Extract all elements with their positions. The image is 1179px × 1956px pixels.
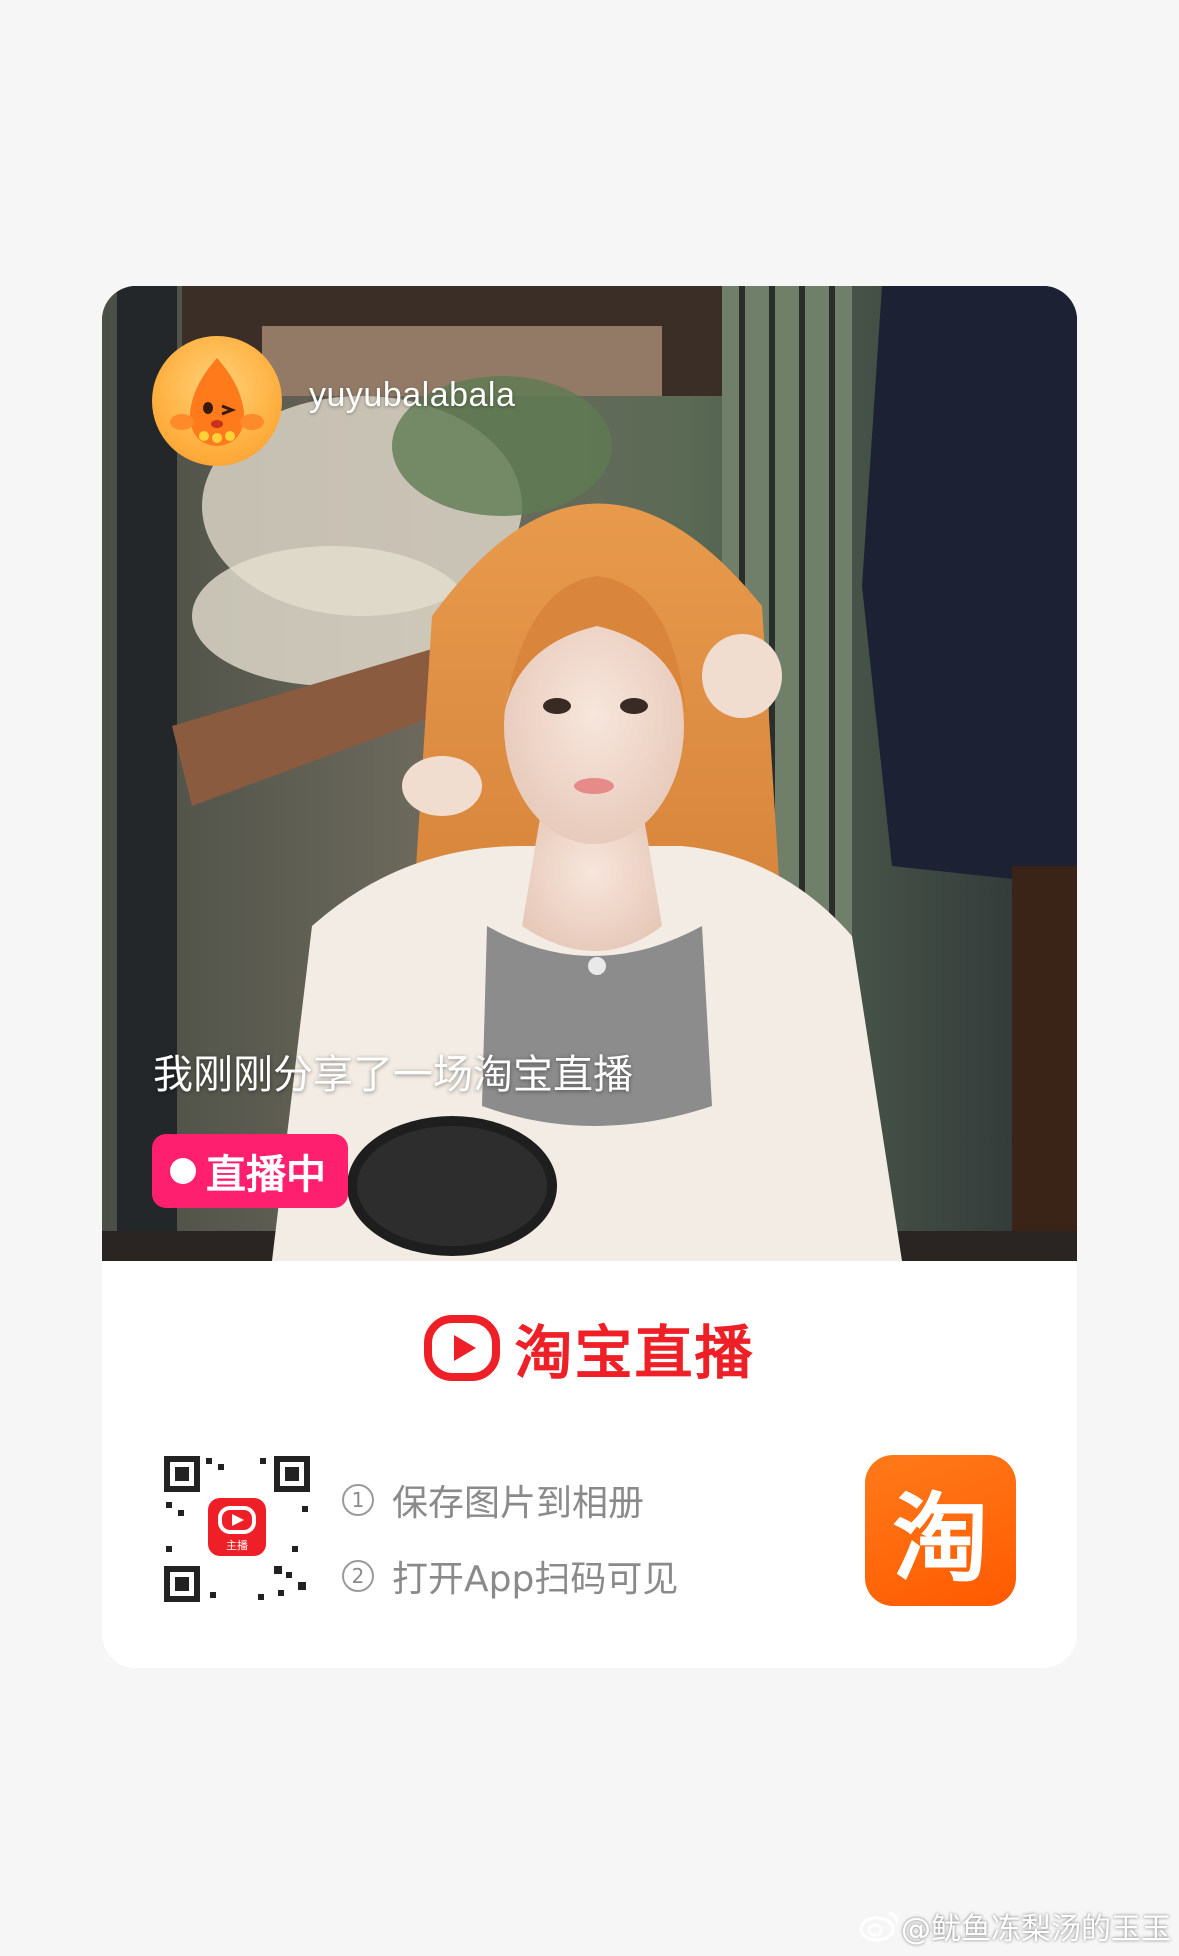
live-badge-label: 直播中 bbox=[206, 1152, 326, 1198]
taobao-app-icon[interactable]: 淘 bbox=[865, 1455, 1016, 1606]
instruction-step: 2 打开App扫码可见 bbox=[342, 1538, 678, 1614]
live-status-badge: 直播中 bbox=[152, 1134, 348, 1208]
taobao-live-play-icon bbox=[424, 1315, 501, 1381]
step-number: 2 bbox=[342, 1560, 374, 1592]
live-dot-icon bbox=[170, 1158, 196, 1184]
step-text: 打开App扫码可见 bbox=[392, 1559, 679, 1600]
live-cover-photo[interactable]: yuyubalabala 我刚刚分享了一场淘宝直播 直播中 bbox=[102, 286, 1077, 1261]
scan-instructions: 1 保存图片到相册 2 打开App扫码可见 bbox=[342, 1462, 678, 1614]
streamer-username[interactable]: yuyubalabala bbox=[309, 376, 515, 415]
share-caption: 我刚刚分享了一场淘宝直播 bbox=[153, 1052, 633, 1098]
brand-name: 淘宝直播 bbox=[514, 1319, 755, 1387]
instruction-step: 1 保存图片到相册 bbox=[342, 1462, 678, 1538]
share-card: yuyubalabala 我刚刚分享了一场淘宝直播 直播中 淘宝直播 主播 1 … bbox=[102, 286, 1077, 1668]
qr-code: 主播 bbox=[162, 1454, 312, 1604]
taobao-app-glyph: 淘 bbox=[892, 1483, 989, 1595]
weibo-logo-icon bbox=[859, 1911, 899, 1942]
step-number: 1 bbox=[342, 1484, 374, 1516]
taobao-live-brand: 淘宝直播 bbox=[102, 1306, 1077, 1390]
qr-center-label: 主播 bbox=[226, 1538, 248, 1552]
step-text: 保存图片到相册 bbox=[392, 1483, 645, 1524]
weibo-watermark: @鱿鱼冻梨汤的玉玉 bbox=[859, 1904, 1171, 1948]
mascot-avatar-icon[interactable] bbox=[152, 336, 282, 466]
watermark-text: @鱿鱼冻梨汤的玉玉 bbox=[901, 1912, 1171, 1947]
